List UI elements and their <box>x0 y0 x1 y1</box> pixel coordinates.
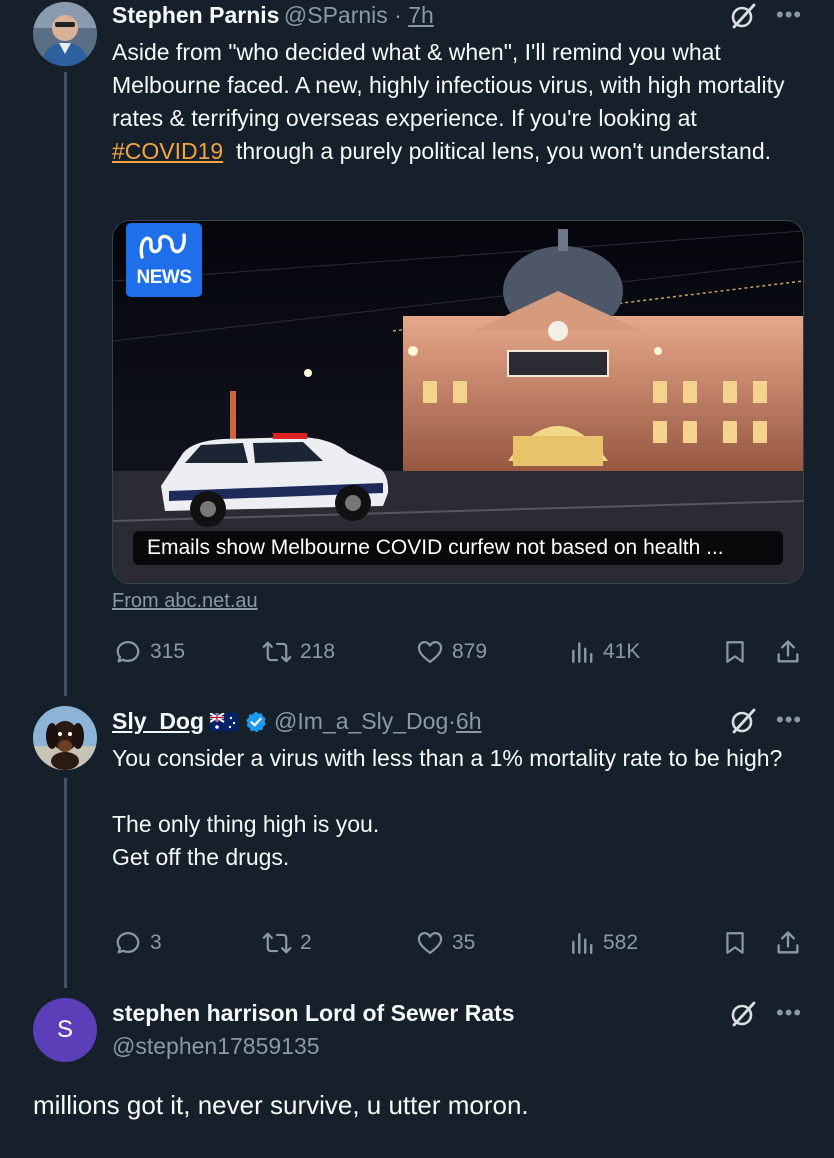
separator-dot: · <box>387 2 409 28</box>
avatar-photo-icon <box>33 2 97 66</box>
news-logo: NEWS <box>126 223 202 297</box>
grok-icon[interactable] <box>730 3 756 34</box>
heart-icon <box>417 640 443 664</box>
views-icon <box>572 642 593 663</box>
author-handle[interactable]: @SParnis <box>284 2 388 28</box>
timestamp[interactable]: 7h <box>408 2 434 28</box>
thread-line <box>64 72 67 696</box>
bookmark-button[interactable] <box>722 638 748 666</box>
avatar[interactable] <box>33 706 97 770</box>
like-button[interactable]: 879 <box>416 638 487 666</box>
tweet-text: You consider a virus with less than a 1%… <box>112 742 812 874</box>
retweet-icon <box>262 641 292 663</box>
author-name[interactable]: stephen harrison Lord of Sewer Rats <box>112 1000 515 1027</box>
author-handle[interactable]: @stephen17859135 <box>112 1033 320 1060</box>
card-caption[interactable]: Emails show Melbourne COVID curfew not b… <box>133 531 783 565</box>
card-source-link[interactable]: From abc.net.au <box>112 590 258 613</box>
thread-line <box>64 778 67 988</box>
retweet-button[interactable]: 218 <box>262 638 335 666</box>
bookmark-button[interactable] <box>722 929 748 957</box>
tweet-text-line: The only thing high is you. <box>112 811 380 837</box>
share-icon <box>777 931 799 954</box>
views-button[interactable]: 41K <box>569 638 640 666</box>
views-button[interactable]: 582 <box>569 929 638 957</box>
tweet-text-line: You consider a virus with less than a 1%… <box>112 745 783 771</box>
heart-icon <box>417 931 443 955</box>
retweet-count: 218 <box>300 640 336 663</box>
australian-flag-icon <box>210 712 239 731</box>
like-count: 35 <box>452 931 476 954</box>
reply-button[interactable]: 315 <box>114 638 185 666</box>
tweet-text-part: through a purely political lens, you won… <box>223 138 771 164</box>
like-count: 879 <box>452 640 488 663</box>
tweet-text: Aside from "who decided what & when", I'… <box>112 36 812 168</box>
bookmark-icon <box>726 641 744 663</box>
grok-icon[interactable] <box>730 1001 756 1032</box>
share-button[interactable] <box>774 929 802 957</box>
views-icon <box>572 933 593 954</box>
author-name[interactable]: Stephen Parnis <box>112 2 279 28</box>
card-image <box>113 221 803 583</box>
like-button[interactable]: 35 <box>416 929 475 957</box>
tweet-text-line: Get off the drugs. <box>112 844 290 870</box>
verified-badge-icon[interactable] <box>244 710 268 734</box>
separator-dot: · <box>448 708 456 734</box>
link-card[interactable]: NEWS Emails show Melbourne COVID curfew … <box>112 220 804 584</box>
retweet-button[interactable]: 2 <box>262 929 312 957</box>
hashtag-link[interactable]: #COVID19 <box>112 138 223 164</box>
avatar[interactable]: S <box>33 998 97 1062</box>
timestamp[interactable]: 6h <box>456 708 482 735</box>
reply-icon <box>116 931 140 954</box>
dog-avatar-icon <box>33 706 97 770</box>
reply-icon <box>116 640 140 663</box>
views-count: 41K <box>603 640 641 663</box>
news-logo-text: NEWS <box>136 267 193 288</box>
retweet-count: 2 <box>300 931 312 954</box>
avatar[interactable] <box>33 2 97 66</box>
share-icon <box>777 640 799 663</box>
reply-button[interactable]: 3 <box>114 929 162 957</box>
bookmark-icon <box>726 932 744 954</box>
share-button[interactable] <box>774 638 802 666</box>
reply-count: 3 <box>150 931 162 954</box>
tweet-text-part: Aside from "who decided what & when", I'… <box>112 39 785 131</box>
abc-logo-icon <box>139 233 186 259</box>
avatar-letter: S <box>56 1016 73 1043</box>
more-options-icon[interactable]: ••• <box>776 2 802 28</box>
more-options-icon[interactable]: ••• <box>776 707 802 733</box>
tweet-text: millions got it, never survive, u utter … <box>33 1090 529 1120</box>
more-options-icon[interactable]: ••• <box>776 1000 802 1026</box>
retweet-icon <box>262 932 292 954</box>
views-count: 582 <box>603 931 639 954</box>
author-name[interactable]: Sly_Dog <box>112 708 204 735</box>
grok-icon[interactable] <box>730 708 756 739</box>
author-handle[interactable]: @Im_a_Sly_Dog <box>274 708 448 735</box>
reply-count: 315 <box>150 640 186 663</box>
